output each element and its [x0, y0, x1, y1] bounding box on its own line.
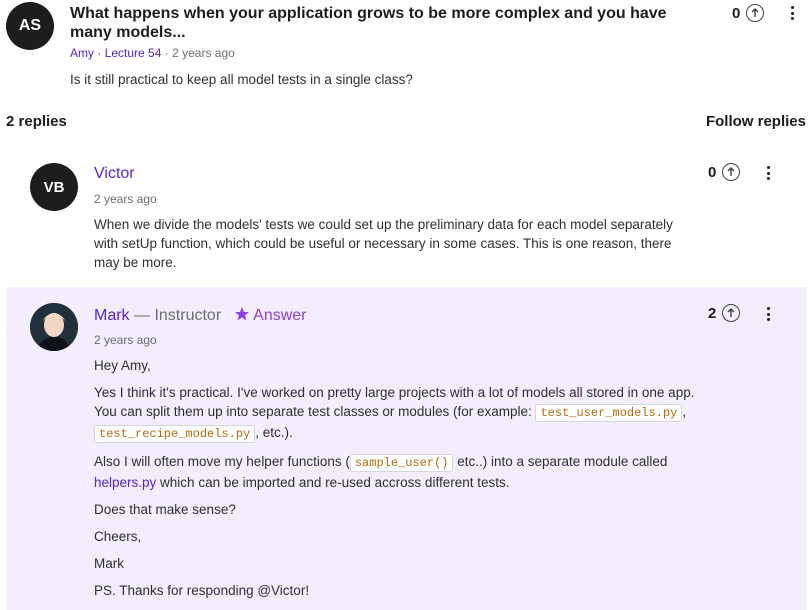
reply1-time: 2 years ago [94, 192, 157, 206]
reply2-time: 2 years ago [94, 333, 157, 347]
reply2-para1: Yes I think it's practical. I've worked … [94, 385, 695, 443]
instructor-name: Mark — Instructor Answer [94, 306, 307, 327]
question-time: 2 years ago [172, 46, 235, 60]
code-sample-user: sample_user() [349, 454, 454, 472]
upvote-icon[interactable] [722, 163, 741, 181]
question-title[interactable]: What happens when your application grows… [70, 4, 680, 42]
reply1-author-link[interactable]: Victor [94, 165, 135, 183]
helpers-link[interactable]: helpers.py [94, 475, 156, 490]
code-test-user-models: test_user_models.py [535, 404, 683, 422]
reply2-vote-count: 2 [708, 304, 717, 322]
question-author-link[interactable]: Amy [70, 46, 94, 60]
reply2-vote: 2 [708, 304, 741, 322]
more-vert-icon[interactable] [763, 307, 773, 321]
reply2-line3: Does that make sense? [94, 502, 236, 517]
upvote-icon[interactable] [722, 304, 741, 322]
reply1-avatar[interactable]: VB [30, 163, 78, 211]
question-vote-count: 0 [732, 4, 741, 22]
reply2-body: Hey Amy, Yes I think it's practical. I'v… [94, 356, 704, 600]
question-avatar[interactable]: AS [6, 2, 54, 50]
code-test-recipe-models: test_recipe_models.py [94, 425, 256, 443]
question-vote: 0 [732, 4, 765, 22]
more-vert-icon[interactable] [763, 166, 773, 180]
reply2-line4: Cheers, [94, 529, 142, 544]
star-icon [234, 306, 250, 327]
reply1-vote: 0 [708, 163, 741, 181]
follow-replies-button[interactable]: Follow replies [706, 113, 806, 130]
question-body: Is it still practical to keep all model … [70, 72, 413, 87]
more-vert-icon[interactable] [787, 6, 797, 20]
reply2-line6: PS. Thanks for responding @Victor! [94, 583, 310, 598]
upvote-icon[interactable] [746, 4, 765, 22]
question-meta: Amy · Lecture 54 · 2 years ago [70, 46, 235, 60]
reply2-author-link[interactable]: Mark [94, 307, 130, 324]
question-lecture-link[interactable]: Lecture 54 [105, 46, 162, 60]
reply1-body: When we divide the models' tests we coul… [94, 217, 673, 270]
replies-count: 2 replies [6, 113, 67, 130]
instructor-role: — Instructor [129, 307, 222, 324]
reply2-greeting: Hey Amy, [94, 358, 151, 373]
answer-badge: Answer [253, 307, 307, 324]
reply1-vote-count: 0 [708, 163, 717, 181]
reply2-para2: Also I will often move my helper functio… [94, 454, 668, 490]
instructor-avatar[interactable] [30, 303, 78, 351]
reply2-line5: Mark [94, 556, 124, 571]
